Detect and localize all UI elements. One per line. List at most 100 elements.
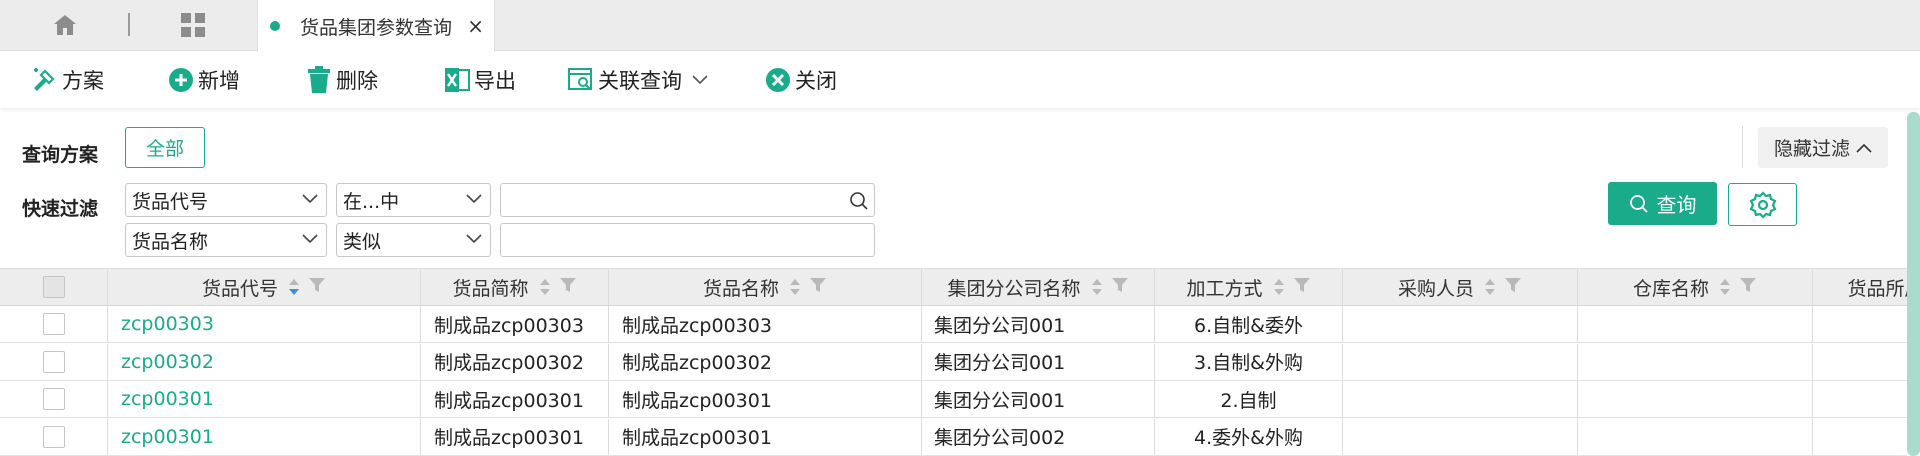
row-checkbox[interactable]: [42, 388, 65, 410]
header-buyer[interactable]: 采购人员: [1343, 269, 1578, 305]
divider: [1742, 126, 1743, 168]
filter-value-input-1[interactable]: [500, 183, 875, 217]
scheme-button[interactable]: 方案: [30, 64, 104, 96]
buyer-cell: [1343, 306, 1578, 342]
table-header: 货品代号 货品简称 货品名称 集团分公司名称 加工方式 采购人员 仓库名称 货品…: [0, 269, 1907, 306]
filter-operator-select-2[interactable]: 类似: [336, 223, 491, 257]
add-label: 新增: [198, 69, 240, 93]
goods-owner-cell: [1813, 419, 1907, 455]
header-warehouse-name[interactable]: 仓库名称: [1578, 269, 1813, 305]
table-row[interactable]: zcp00303 制成品zcp00303 制成品zcp00303 集团分公司001 6.…: [0, 306, 1907, 343]
filter-value-input-2[interactable]: [500, 223, 875, 257]
close-circle-icon: [766, 68, 790, 92]
grid-icon[interactable]: [178, 10, 208, 40]
trash-icon: [308, 66, 330, 93]
sort-icon[interactable]: [1717, 277, 1733, 297]
filter-icon[interactable]: [809, 276, 827, 299]
export-button[interactable]: 导出: [444, 64, 516, 96]
sort-icon[interactable]: [1271, 277, 1287, 297]
header-label: 仓库名称: [1632, 277, 1709, 300]
filter-icon[interactable]: [1739, 276, 1757, 299]
filter-field-select-2[interactable]: 货品名称: [125, 223, 327, 257]
sort-icon[interactable]: [286, 277, 302, 297]
filter-icon[interactable]: [1504, 276, 1522, 299]
goods-code-link[interactable]: zcp00301: [121, 388, 214, 410]
header-goods-owner[interactable]: 货品所属: [1813, 269, 1907, 305]
data-table: 货品代号 货品简称 货品名称 集团分公司名称 加工方式 采购人员 仓库名称 货品…: [0, 268, 1907, 456]
header-label: 货品简称: [452, 277, 529, 300]
table-row[interactable]: zcp00301 制成品zcp00301 制成品zcp00301 集团分公司001 2.…: [0, 381, 1907, 418]
home-icon[interactable]: [50, 10, 80, 40]
row-checkbox[interactable]: [42, 350, 65, 373]
company-name-cell: 集团分公司001: [922, 343, 1155, 380]
sort-icon[interactable]: [1482, 277, 1498, 297]
select-all-checkbox[interactable]: [42, 276, 65, 298]
header-company-name[interactable]: 集团分公司名称: [922, 269, 1155, 305]
row-checkbox[interactable]: [42, 425, 65, 448]
row-select-cell: [0, 306, 108, 342]
goods-owner-cell: [1813, 344, 1907, 380]
table-row[interactable]: zcp00301 制成品zcp00301 制成品zcp00301 集团分公司002 4.…: [0, 418, 1907, 456]
close-button[interactable]: 关闭: [765, 64, 837, 96]
header-goods-name[interactable]: 货品名称: [609, 269, 922, 305]
warehouse-name-cell: [1578, 306, 1813, 342]
filter-operator-select-1[interactable]: 在...中: [336, 183, 491, 217]
query-label: 查询: [1656, 193, 1697, 217]
goods-code-cell: zcp00302: [108, 343, 421, 380]
goods-name-cell: 制成品zcp00301: [609, 418, 922, 455]
hide-filter-label: 隐藏过滤: [1773, 138, 1850, 160]
active-dot-icon: [270, 21, 280, 31]
header-label: 集团分公司名称: [947, 277, 1081, 300]
process-method-cell: 3.自制&外购: [1155, 343, 1343, 380]
filter-icon[interactable]: [1111, 276, 1129, 299]
header-label: 货品名称: [702, 277, 779, 300]
goods-owner-cell: [1813, 306, 1907, 342]
gear-icon: [1749, 190, 1776, 219]
query-scheme-label: 查询方案: [22, 144, 99, 166]
tab-goods-group-params[interactable]: 货品集团参数查询 ×: [257, 0, 495, 52]
all-scheme-button[interactable]: 全部: [125, 127, 205, 168]
warehouse-name-cell: [1578, 418, 1813, 455]
hide-filter-button[interactable]: 隐藏过滤: [1758, 127, 1888, 168]
related-query-button[interactable]: 关联查询: [568, 64, 712, 96]
delete-label: 删除: [336, 69, 378, 93]
row-select-cell: [0, 381, 108, 417]
filter-operator-value-1: 在...中: [343, 190, 400, 213]
table-row[interactable]: zcp00302 制成品zcp00302 制成品zcp00302 集团分公司001 3.…: [0, 343, 1907, 381]
excel-icon: [445, 68, 470, 92]
close-tab-icon[interactable]: ×: [467, 14, 484, 38]
plus-circle-icon: [169, 68, 193, 92]
add-button[interactable]: 新增: [168, 64, 240, 96]
filter-icon[interactable]: [559, 276, 577, 299]
goods-code-link[interactable]: zcp00303: [121, 313, 214, 335]
header-label: 采购人员: [1397, 277, 1474, 300]
process-method-cell: 2.自制: [1155, 381, 1343, 417]
sort-icon[interactable]: [787, 277, 803, 297]
chevron-down-icon: [302, 194, 318, 204]
goods-owner-cell: [1813, 381, 1907, 417]
close-label: 关闭: [795, 69, 837, 93]
goods-name-cell: 制成品zcp00303: [609, 306, 922, 342]
delete-button[interactable]: 删除: [306, 64, 378, 96]
header-label: 加工方式: [1186, 277, 1263, 300]
vertical-scrollbar[interactable]: [1907, 112, 1920, 456]
goods-code-link[interactable]: zcp00301: [121, 426, 214, 448]
sort-icon[interactable]: [537, 277, 553, 297]
row-select-cell: [0, 343, 108, 380]
filter-icon[interactable]: [308, 276, 326, 299]
header-process-method[interactable]: 加工方式: [1155, 269, 1343, 305]
warehouse-name-cell: [1578, 343, 1813, 380]
query-button[interactable]: 查询: [1608, 182, 1717, 225]
goods-code-cell: zcp00301: [108, 381, 421, 417]
goods-code-link[interactable]: zcp00302: [121, 351, 214, 373]
search-icon[interactable]: [849, 191, 869, 211]
filter-icon[interactable]: [1293, 276, 1311, 299]
process-method-cell: 4.委外&外购: [1155, 418, 1343, 455]
filter-field-select-1[interactable]: 货品代号: [125, 183, 327, 217]
settings-button[interactable]: [1728, 183, 1797, 226]
row-checkbox[interactable]: [42, 313, 65, 335]
sort-icon[interactable]: [1089, 277, 1105, 297]
header-goods-code[interactable]: 货品代号: [108, 269, 421, 305]
header-goods-short-name[interactable]: 货品简称: [421, 269, 609, 305]
goods-name-cell: 制成品zcp00302: [609, 343, 922, 380]
